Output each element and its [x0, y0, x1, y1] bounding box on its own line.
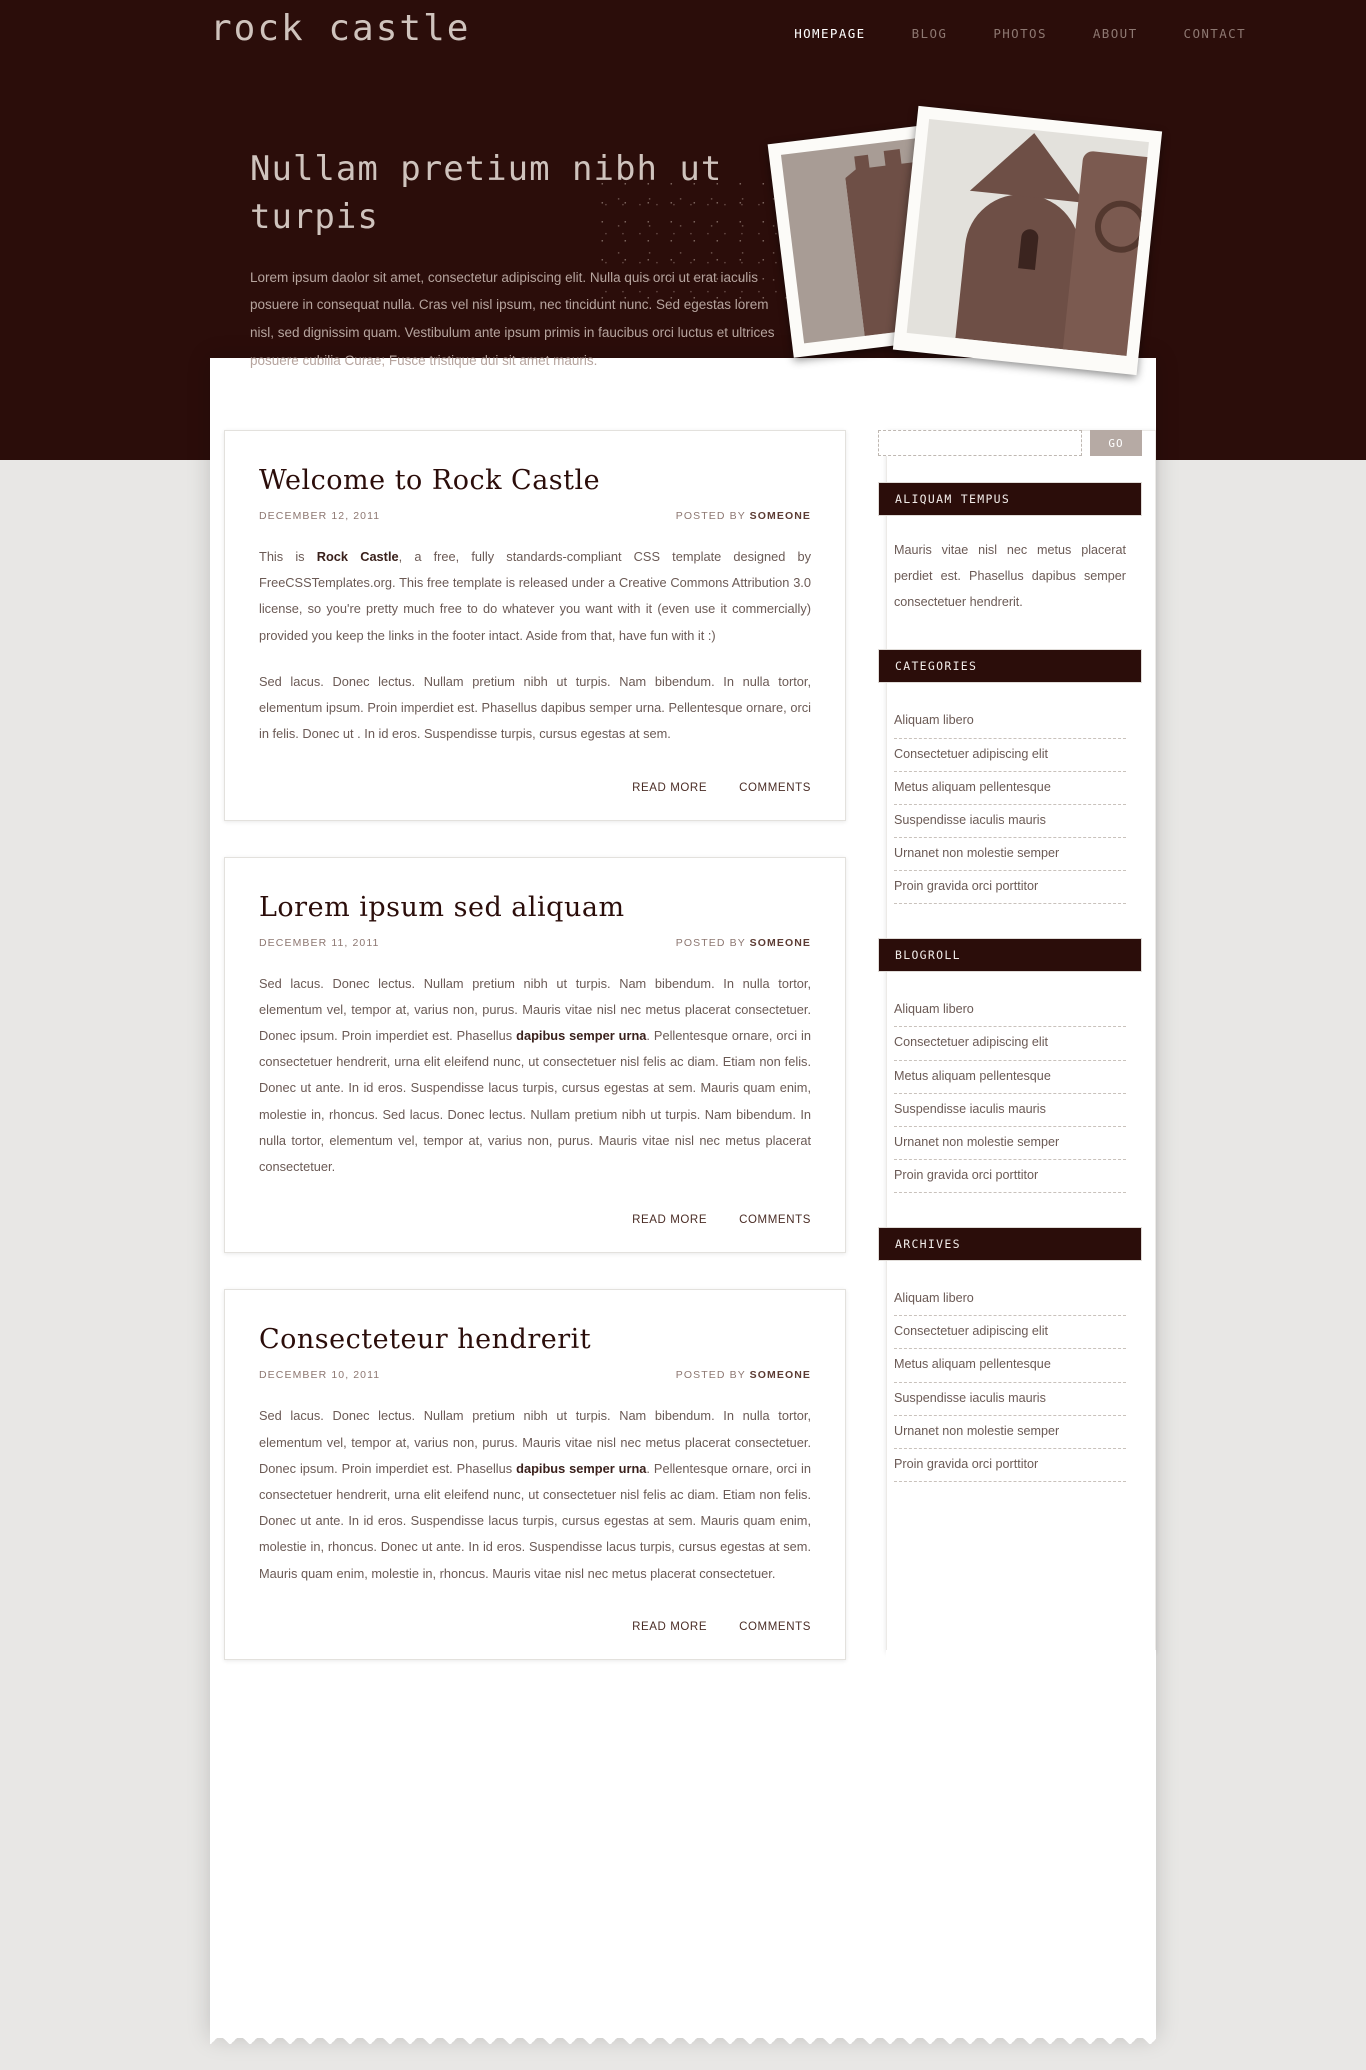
list-item[interactable]: Metus aliquam pellentesque: [894, 1061, 1126, 1094]
post-author[interactable]: SOMEONE: [750, 510, 811, 522]
blog-post: Lorem ipsum sed aliquam DECEMBER 11, 2011…: [224, 856, 846, 1254]
post-date: DECEMBER 12, 2011: [259, 510, 381, 522]
list-item[interactable]: Proin gravida orci porttitor: [894, 1449, 1126, 1482]
post-meta: DECEMBER 11, 2011 POSTED BY SOMEONE: [259, 937, 811, 971]
page-sheet-torn-edge: [210, 2026, 1156, 2044]
comments-link[interactable]: COMMENTS: [739, 1621, 811, 1633]
comments-link[interactable]: COMMENTS: [739, 1214, 811, 1226]
list-item[interactable]: Proin gravida orci porttitor: [894, 1160, 1126, 1194]
blog-post: Consecteteur hendrerit DECEMBER 10, 2011 P…: [224, 1289, 846, 1660]
round-tower-photo[interactable]: [892, 105, 1163, 376]
nav-item-photos[interactable]: PHOTOS: [993, 26, 1047, 41]
post-author[interactable]: SOMEONE: [750, 1369, 811, 1381]
blog-post: Welcome to Rock Castle DECEMBER 12, 2011 P…: [224, 430, 846, 821]
post-title[interactable]: Welcome to Rock Castle: [259, 465, 811, 496]
hero-section: Nullam pretium nibh ut turpis Lorem ipsu…: [250, 145, 790, 374]
list-item[interactable]: Consectetuer adipiscing elit: [894, 1316, 1126, 1350]
post-body: Sed lacus. Donec lectus. Nullam pretium …: [259, 1403, 811, 1587]
list-item[interactable]: Proin gravida orci porttitor: [894, 871, 1126, 905]
list-item[interactable]: Suspendisse iaculis mauris: [894, 1094, 1126, 1127]
widget-heading: ARCHIVES: [878, 1227, 1142, 1262]
read-more-link[interactable]: READ MORE: [632, 1621, 707, 1633]
post-author-line: POSTED BY SOMEONE: [675, 510, 811, 522]
post-links: READ MORE COMMENTS: [259, 1200, 811, 1226]
sidebar-widget-archives: ARCHIVES Aliquam libero Consectetuer adipi…: [878, 1227, 1142, 1486]
sidebar-widget-aliquam-tempus: ALIQUAM TEMPUS Mauris vitae nisl nec metu…: [878, 482, 1142, 619]
post-author-line: POSTED BY SOMEONE: [675, 1369, 811, 1382]
post-date: DECEMBER 11, 2011: [259, 936, 380, 949]
post-author-line: POSTED BY SOMEONE: [675, 936, 811, 949]
widget-body: Aliquam libero Consectetuer adipiscing el…: [878, 683, 1142, 908]
post-author[interactable]: SOMEONE: [750, 937, 811, 949]
read-more-link[interactable]: READ MORE: [632, 782, 707, 794]
widget-heading: ALIQUAM TEMPUS: [878, 482, 1142, 516]
list-item[interactable]: Urnanet non molestie semper: [894, 1416, 1126, 1449]
widget-list: Aliquam libero Consectetuer adipiscing el…: [894, 1283, 1126, 1482]
post-body: Sed lacus. Donec lectus. Nullam pretium …: [259, 971, 811, 1181]
widget-list: Aliquam libero Consectetuer adipiscing el…: [894, 705, 1126, 905]
site-logo[interactable]: rock castle: [210, 8, 470, 49]
hero-photo-stack: [760, 105, 1180, 440]
widget-body: Mauris vitae nisl nec metus placerat per…: [878, 516, 1142, 619]
post-date: DECEMBER 10, 2011: [259, 1369, 381, 1382]
list-item[interactable]: Suspendisse iaculis mauris: [894, 1383, 1126, 1416]
post-paragraph: Sed lacus. Donec lectus. Nullam pretium …: [259, 975, 811, 1175]
nav-item-contact[interactable]: CONTACT: [1184, 26, 1246, 41]
post-paragraph: Sed lacus. Donec lectus. Nullam pretium …: [259, 1408, 811, 1581]
list-item[interactable]: Metus aliquam pellentesque: [894, 772, 1126, 805]
post-meta: DECEMBER 10, 2011 POSTED BY SOMEONE: [259, 1369, 811, 1403]
round-tower-image: [906, 119, 1149, 356]
list-item[interactable]: Aliquam libero: [894, 994, 1126, 1028]
widget-heading: CATEGORIES: [878, 649, 1142, 684]
list-item[interactable]: Urnanet non molestie semper: [894, 838, 1126, 872]
widget-heading: BLOGROLL: [878, 938, 1142, 973]
content-area: Welcome to Rock Castle DECEMBER 12, 2011 P…: [210, 430, 1156, 1696]
read-more-link[interactable]: READ MORE: [632, 1214, 707, 1226]
list-item[interactable]: Urnanet non molestie semper: [894, 1127, 1126, 1160]
post-paragraph: This is Rock Castle, a free, fully stand…: [259, 549, 812, 643]
list-item[interactable]: Suspendisse iaculis mauris: [894, 805, 1126, 838]
sidebar-widget-categories: CATEGORIES Aliquam libero Consectetuer adi…: [878, 649, 1142, 908]
post-body: This is Rock Castle, a free, fully stand…: [259, 544, 811, 748]
post-title[interactable]: Lorem ipsum sed aliquam: [259, 892, 811, 923]
widget-list: Aliquam libero Consectetuer adipiscing el…: [894, 994, 1126, 1194]
post-links: READ MORE COMMENTS: [259, 768, 811, 794]
sidebar-column: GO ALIQUAM TEMPUS Mauris vitae nisl nec m…: [878, 430, 1142, 1696]
list-item[interactable]: Consectetuer adipiscing elit: [894, 739, 1126, 772]
main-column: Welcome to Rock Castle DECEMBER 12, 2011 P…: [224, 430, 846, 1696]
comments-link[interactable]: COMMENTS: [739, 782, 811, 794]
nav-item-homepage[interactable]: HOMEPAGE: [794, 26, 865, 41]
sidebar-widget-blogroll: BLOGROLL Aliquam libero Consectetuer adipi…: [878, 938, 1142, 1197]
main-navigation: HOMEPAGE BLOG PHOTOS ABOUT CONTACT: [794, 26, 1246, 41]
nav-item-about[interactable]: ABOUT: [1093, 26, 1138, 41]
hero-text: Lorem ipsum daolor sit amet, consectetur…: [250, 269, 775, 368]
sidebar-widgets: ALIQUAM TEMPUS Mauris vitae nisl nec metu…: [878, 482, 1142, 1486]
post-meta: DECEMBER 12, 2011 POSTED BY SOMEONE: [259, 510, 811, 544]
widget-body: Aliquam libero Consectetuer adipiscing el…: [878, 1261, 1142, 1486]
widget-body: Aliquam libero Consectetuer adipiscing el…: [878, 972, 1142, 1197]
widget-text: Mauris vitae nisl nec metus placerat per…: [894, 543, 1126, 609]
nav-item-blog[interactable]: BLOG: [912, 26, 948, 41]
list-item[interactable]: Metus aliquam pellentesque: [894, 1349, 1126, 1383]
post-links: READ MORE COMMENTS: [259, 1607, 811, 1633]
list-item[interactable]: Consectetuer adipiscing elit: [894, 1027, 1126, 1061]
list-item[interactable]: Aliquam libero: [894, 1283, 1126, 1317]
hero-title: Nullam pretium nibh ut turpis: [250, 149, 723, 238]
top-bar: rock castle HOMEPAGE BLOG PHOTOS ABOUT CONTA…: [0, 0, 1366, 72]
post-paragraph: Sed lacus. Donec lectus. Nullam pretium …: [259, 673, 811, 742]
post-title[interactable]: Consecteteur hendrerit: [259, 1324, 811, 1355]
list-item[interactable]: Aliquam libero: [894, 705, 1126, 739]
